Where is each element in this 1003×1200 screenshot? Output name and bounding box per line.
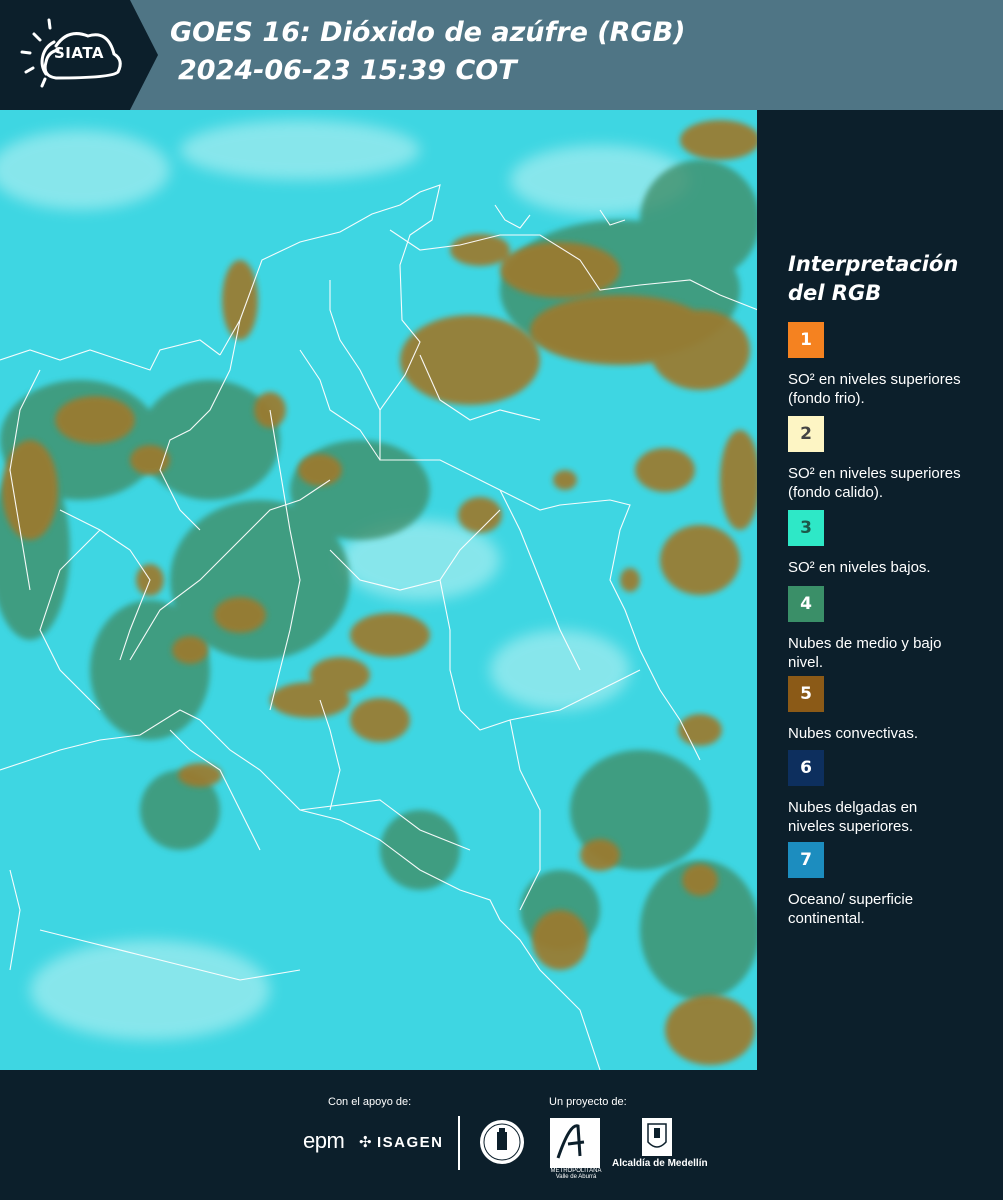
legend-label: SO² en niveles bajos. — [788, 559, 931, 576]
legend-swatch: 2 — [788, 416, 824, 452]
legend-label: Nubes convectivas. — [788, 725, 919, 742]
legend-item-1: 1 SO² en niveles superiores (fondo frio). — [788, 322, 988, 408]
epm-logo: epm — [303, 1128, 345, 1153]
title-timestamp: 2024-06-23 15:39 COT — [178, 55, 517, 86]
legend-swatch: 6 — [788, 750, 824, 786]
project-label: Un proyecto de: — [549, 1096, 627, 1108]
legend-label: SO² en niveles superiores (fondo calido)… — [788, 465, 961, 501]
alcaldia-text: Alcaldía de Medellín — [612, 1158, 708, 1169]
legend-item-3: 3 SO² en niveles bajos. — [788, 510, 988, 577]
legend-title-line-1: Interpretación — [788, 252, 959, 276]
header-bar: SIATA GOES 16: Dióxido de azúfre (RGB) 2… — [0, 0, 1003, 110]
isagen-logo: ISAGEN — [377, 1134, 444, 1151]
alcaldia-shield-icon — [642, 1118, 672, 1156]
legend-swatch: 3 — [788, 510, 824, 546]
legend-swatch: 7 — [788, 842, 824, 878]
legend: Interpretación del RGB 1 SO² en niveles s… — [788, 250, 988, 927]
logo-arrow — [130, 0, 158, 110]
legend-swatch: 5 — [788, 676, 824, 712]
legend-label: Nubes delgadas en niveles superiores. — [788, 799, 918, 835]
legend-item-6: 6 Nubes delgadas en niveles superiores. — [788, 750, 988, 836]
satellite-map — [0, 110, 758, 1070]
legend-item-4: 4 Nubes de medio y bajo nivel. — [788, 586, 988, 672]
area-metropolitana-icon — [550, 1118, 600, 1168]
legend-item-2: 2 SO² en niveles superiores (fondo calido… — [788, 416, 988, 502]
legend-item-7: 7 Oceano/ superficie continental. — [788, 842, 988, 928]
isagen-star-icon: ✣ — [359, 1133, 372, 1151]
legend-title-line-2: del RGB — [788, 281, 882, 305]
footer-divider — [458, 1116, 460, 1170]
satellite-image — [0, 110, 758, 1070]
support-label: Con el apoyo de: — [328, 1096, 412, 1108]
title-line-1: GOES 16: Dióxido de azúfre (RGB) — [170, 17, 686, 48]
legend-label: SO² en niveles superiores (fondo frio). — [788, 371, 961, 407]
legend-item-5: 5 Nubes convectivas. — [788, 676, 988, 743]
page-title: GOES 16: Dióxido de azúfre (RGB) 2024-06… — [170, 14, 686, 90]
legend-label: Nubes de medio y bajo nivel. — [788, 635, 942, 671]
logo-text: SIATA — [54, 44, 105, 62]
area-metropolitana-text: METROPOLITANA Valle de Aburrá — [550, 1168, 602, 1180]
legend-swatch: 1 — [788, 322, 824, 358]
logo-panel: SIATA — [0, 0, 130, 110]
legend-label: Oceano/ superficie continental. — [788, 891, 914, 927]
legend-title: Interpretación del RGB — [788, 250, 988, 308]
medellin-seal-icon — [480, 1120, 524, 1164]
footer: Con el apoyo de: Un proyecto de: epm ✣ I… — [0, 1070, 1003, 1200]
legend-swatch: 4 — [788, 586, 824, 622]
